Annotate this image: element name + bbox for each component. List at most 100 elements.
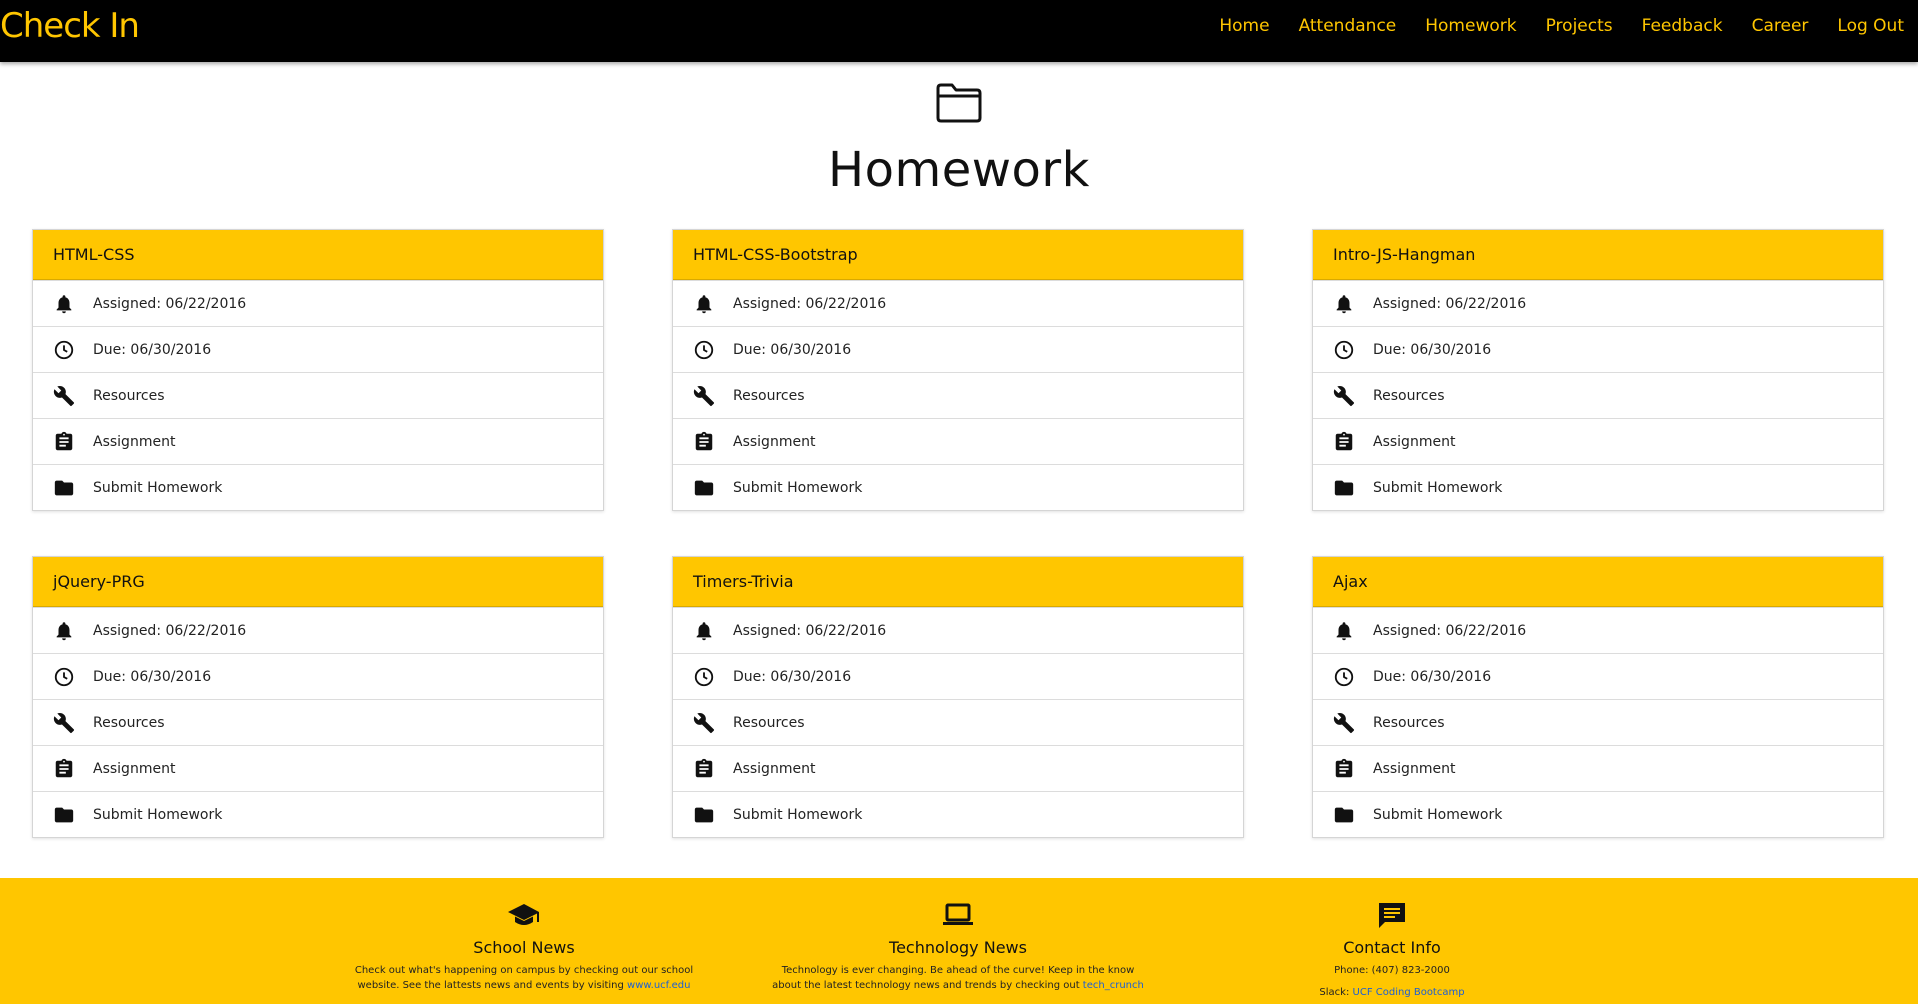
graduation-cap-icon bbox=[508, 904, 539, 925]
footer-school-news: School News Check out what's happening o… bbox=[334, 900, 714, 993]
submit-homework-link[interactable]: Submit Homework bbox=[33, 791, 603, 837]
nav-links: Home Attendance Homework Projects Feedba… bbox=[1219, 16, 1904, 36]
submit-homework-link[interactable]: Submit Homework bbox=[1313, 791, 1883, 837]
resources-link[interactable]: Resources bbox=[33, 372, 603, 418]
resources-label: Resources bbox=[733, 387, 805, 404]
wrench-icon bbox=[693, 385, 715, 406]
bell-icon bbox=[1336, 294, 1352, 313]
card-title: HTML-CSS-Bootstrap bbox=[673, 230, 1243, 280]
assignment-link[interactable]: Assignment bbox=[33, 745, 603, 791]
folder-icon bbox=[1334, 807, 1354, 822]
clipboard-icon bbox=[55, 431, 73, 450]
due-date: Due: 06/30/2016 bbox=[1373, 341, 1492, 358]
wrench-icon bbox=[53, 712, 75, 733]
resources-link[interactable]: Resources bbox=[673, 699, 1243, 745]
resources-label: Resources bbox=[733, 714, 805, 731]
assigned-row: Assigned: 06/22/2016 bbox=[33, 607, 603, 653]
contact-phone: Phone: (407) 823-2000 bbox=[1334, 965, 1450, 976]
clipboard-icon bbox=[55, 758, 73, 777]
folder-icon bbox=[54, 480, 74, 495]
submit-homework-link[interactable]: Submit Homework bbox=[673, 791, 1243, 837]
technology-news-body: Technology is ever changing. Be ahead of… bbox=[772, 965, 1135, 991]
chat-icon bbox=[1379, 903, 1405, 928]
nav-projects[interactable]: Projects bbox=[1546, 16, 1613, 36]
submit-homework-link[interactable]: Submit Homework bbox=[33, 464, 603, 510]
resources-label: Resources bbox=[93, 387, 165, 404]
nav-homework[interactable]: Homework bbox=[1425, 16, 1516, 36]
submit-homework-link[interactable]: Submit Homework bbox=[1313, 464, 1883, 510]
assigned-date: Assigned: 06/22/2016 bbox=[1373, 622, 1527, 639]
school-news-title: School News bbox=[473, 938, 575, 957]
slack-link[interactable]: UCF Coding Bootcamp bbox=[1353, 987, 1465, 998]
nav-career[interactable]: Career bbox=[1752, 16, 1809, 36]
assignment-link[interactable]: Assignment bbox=[1313, 418, 1883, 464]
bell-icon bbox=[696, 294, 712, 313]
resources-label: Resources bbox=[93, 714, 165, 731]
submit-homework-label: Submit Homework bbox=[93, 806, 223, 823]
assignment-label: Assignment bbox=[733, 433, 816, 450]
due-row: Due: 06/30/2016 bbox=[33, 653, 603, 699]
card-title: HTML-CSS bbox=[33, 230, 603, 280]
nav-logout[interactable]: Log Out bbox=[1837, 16, 1904, 36]
homework-card: Intro-JS-Hangman Assigned: 06/22/2016 Du… bbox=[1312, 229, 1884, 511]
wrench-icon bbox=[693, 712, 715, 733]
assignment-label: Assignment bbox=[1373, 433, 1456, 450]
assignment-link[interactable]: Assignment bbox=[1313, 745, 1883, 791]
laptop-icon bbox=[943, 903, 973, 925]
tech-crunch-link[interactable]: tech_crunch bbox=[1083, 980, 1144, 991]
clipboard-icon bbox=[1335, 431, 1353, 450]
assigned-row: Assigned: 06/22/2016 bbox=[673, 607, 1243, 653]
card-title: Ajax bbox=[1313, 557, 1883, 607]
assigned-date: Assigned: 06/22/2016 bbox=[1373, 295, 1527, 312]
submit-homework-link[interactable]: Submit Homework bbox=[673, 464, 1243, 510]
homework-card: HTML-CSS Assigned: 06/22/2016 Due: 06/30… bbox=[32, 229, 604, 511]
assignment-link[interactable]: Assignment bbox=[673, 745, 1243, 791]
homework-card: jQuery-PRG Assigned: 06/22/2016 Due: 06/… bbox=[32, 556, 604, 838]
folder-icon bbox=[1334, 480, 1354, 495]
clipboard-icon bbox=[695, 758, 713, 777]
assignment-label: Assignment bbox=[1373, 760, 1456, 777]
homework-grid: HTML-CSS Assigned: 06/22/2016 Due: 06/30… bbox=[32, 229, 1885, 838]
assignment-link[interactable]: Assignment bbox=[673, 418, 1243, 464]
submit-homework-label: Submit Homework bbox=[1373, 806, 1503, 823]
assignment-label: Assignment bbox=[733, 760, 816, 777]
due-date: Due: 06/30/2016 bbox=[733, 341, 852, 358]
assigned-row: Assigned: 06/22/2016 bbox=[1313, 607, 1883, 653]
card-title: jQuery-PRG bbox=[33, 557, 603, 607]
brand-logo[interactable]: Check In bbox=[0, 6, 140, 46]
due-row: Due: 06/30/2016 bbox=[673, 326, 1243, 372]
slack-label: Slack: bbox=[1319, 987, 1353, 998]
resources-label: Resources bbox=[1373, 714, 1445, 731]
top-navbar: Check In Home Attendance Homework Projec… bbox=[0, 0, 1918, 62]
folder-icon bbox=[694, 807, 714, 822]
footer-contact-info: Contact Info Phone: (407) 823-2000 Slack… bbox=[1202, 900, 1582, 1000]
card-title: Intro-JS-Hangman bbox=[1313, 230, 1883, 280]
submit-homework-label: Submit Homework bbox=[733, 806, 863, 823]
footer-technology-news: Technology News Technology is ever chang… bbox=[768, 900, 1148, 993]
bell-icon bbox=[696, 621, 712, 640]
submit-homework-label: Submit Homework bbox=[733, 479, 863, 496]
page-title: Homework bbox=[828, 142, 1090, 198]
ucf-link[interactable]: www.ucf.edu bbox=[627, 980, 690, 991]
clock-icon bbox=[54, 340, 74, 359]
wrench-icon bbox=[1333, 385, 1355, 406]
resources-link[interactable]: Resources bbox=[673, 372, 1243, 418]
nav-home[interactable]: Home bbox=[1219, 16, 1269, 36]
due-row: Due: 06/30/2016 bbox=[1313, 326, 1883, 372]
assignment-label: Assignment bbox=[93, 760, 176, 777]
assigned-row: Assigned: 06/22/2016 bbox=[33, 280, 603, 326]
homework-card: HTML-CSS-Bootstrap Assigned: 06/22/2016 … bbox=[672, 229, 1244, 511]
assignment-link[interactable]: Assignment bbox=[33, 418, 603, 464]
due-date: Due: 06/30/2016 bbox=[1373, 668, 1492, 685]
resources-label: Resources bbox=[1373, 387, 1445, 404]
due-row: Due: 06/30/2016 bbox=[1313, 653, 1883, 699]
school-news-text: Check out what's happening on campus by … bbox=[334, 963, 714, 993]
nav-feedback[interactable]: Feedback bbox=[1642, 16, 1723, 36]
wrench-icon bbox=[1333, 712, 1355, 733]
resources-link[interactable]: Resources bbox=[33, 699, 603, 745]
bell-icon bbox=[1336, 621, 1352, 640]
nav-attendance[interactable]: Attendance bbox=[1299, 16, 1397, 36]
folder-open-outline-icon bbox=[936, 83, 982, 123]
resources-link[interactable]: Resources bbox=[1313, 699, 1883, 745]
resources-link[interactable]: Resources bbox=[1313, 372, 1883, 418]
